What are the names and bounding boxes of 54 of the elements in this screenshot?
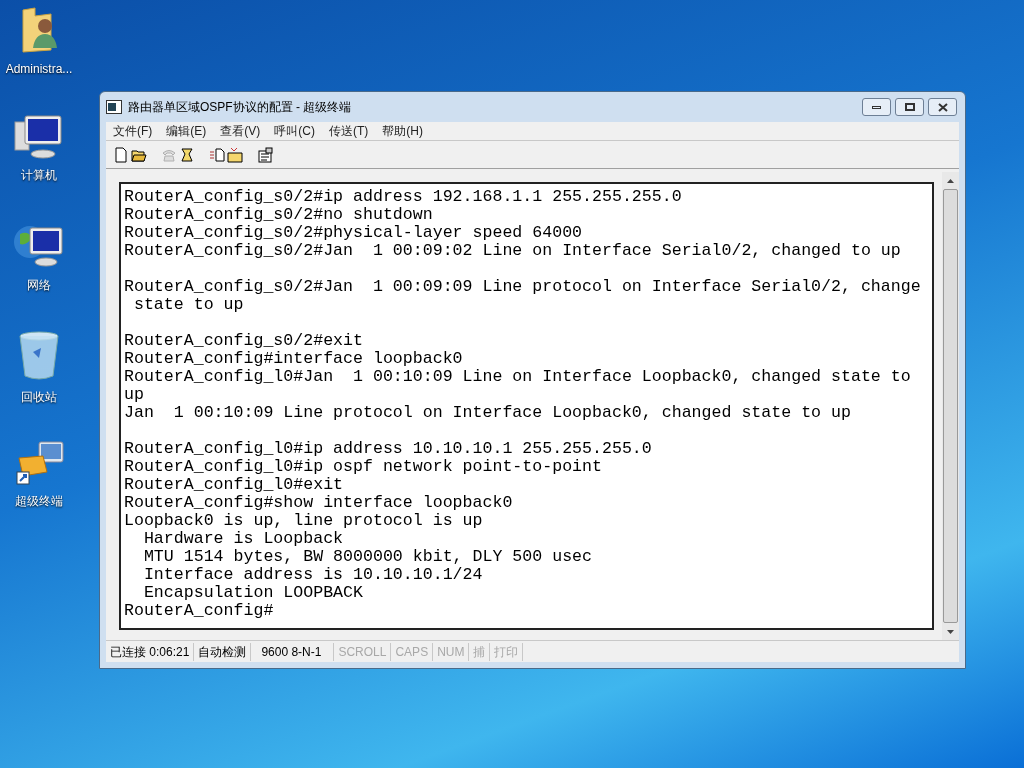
terminal-line: RouterA_config_s0/2#Jan 1 00:09:09 Line protocol on Interface Serial0/2, change [124,278,921,296]
desktop-icon-label[interactable]: 网络 [27,276,51,294]
terminal-line: RouterA_config_l0#ip ospf network point-to-point [124,458,602,476]
terminal-line: RouterA_config_s0/2#Jan 1 00:09:02 Line on Interface Serial0/2, changed to up [124,242,901,260]
status-text: 已连接 0:06:21 [106,642,195,661]
status-text: 9600 8-N-1 [251,642,335,661]
menu-item[interactable]: 传送(T) [322,122,376,140]
terminal-line: RouterA_config_l0#ip address 10.10.10.1 255.255.255.0 [124,440,652,458]
recycle-bin-icon [17,330,61,382]
window-title: 路由器单区域OSPF协议的配置 - 超级终端 [128,99,352,116]
terminal-line: RouterA_config_s0/2#no shutdown [124,206,433,224]
terminal-line: Encapsulation LOOPBACK [142,584,363,602]
maximize-button[interactable] [895,98,924,116]
terminal-line: Loopback0 is up, line protocol is up [124,512,483,530]
menu-item[interactable]: 查看(V) [213,122,268,140]
desktop-icon-label[interactable]: 超级终端 [15,492,63,510]
scroll-up-icon[interactable] [947,178,954,183]
terminal-line: Interface address is 10.10.10.1/24 [142,566,483,584]
close-button[interactable] [928,98,957,116]
menu-item[interactable]: 呼叫(C) [267,122,322,140]
status-text: NUM [433,642,470,661]
terminal-line: MTU 1514 bytes, BW 8000000 kbit, DLY 500 usec [142,548,593,566]
status-text: SCROLL [334,642,392,661]
minimize-button[interactable] [862,98,891,116]
terminal-line: RouterA_config_s0/2#exit [124,332,363,350]
status-text: 捕 [469,642,491,661]
terminal-line: RouterA_config_l0#exit [124,476,344,494]
terminal-line: RouterA_config_l0#Jan 1 00:10:09 Line on Interface Loopback0, changed state to [124,368,911,386]
close-icon [937,102,948,112]
status-text: 自动检测 [194,642,252,661]
status-text: CAPS [391,642,434,661]
terminal-line: state to up [132,296,244,314]
terminal-line: RouterA_config_s0/2#physical-layer speed 64000 [124,224,583,242]
desktop-icon-label[interactable]: Administra... [5,60,73,78]
properties-icon[interactable] [257,146,273,163]
scroll-down-icon[interactable] [947,629,954,634]
terminal-line: Jan 1 00:10:09 Line protocol on Interface Loopback0, changed state to up [124,404,851,422]
terminal-line: RouterA_config_s0/2#ip address 192.168.1.1 255.255.255.0 [124,188,682,206]
status-text: 打印 [490,642,524,661]
menu-item[interactable]: 文件(F) [106,122,160,140]
computer-icon [13,114,65,160]
terminal-app-icon [106,100,122,114]
menu-item[interactable]: 帮助(H) [375,122,430,140]
desktop-icon-label[interactable]: 回收站 [21,388,57,406]
terminal-line: up [124,386,144,404]
terminal-line: RouterA_config# [124,602,274,620]
desktop-icon-label[interactable]: 计算机 [21,166,57,184]
new-file-icon[interactable] [113,146,129,163]
terminal-line: RouterA_config#interface loopback0 [124,350,463,368]
menu-item[interactable]: 编辑(E) [159,122,214,140]
terminal-line: Hardware is Loopback [142,530,344,548]
terminal-line: RouterA_config#show interface loopback0 [124,494,513,512]
phone-terminal-shortcut-icon [13,438,65,486]
document-send-icon[interactable] [209,146,225,163]
